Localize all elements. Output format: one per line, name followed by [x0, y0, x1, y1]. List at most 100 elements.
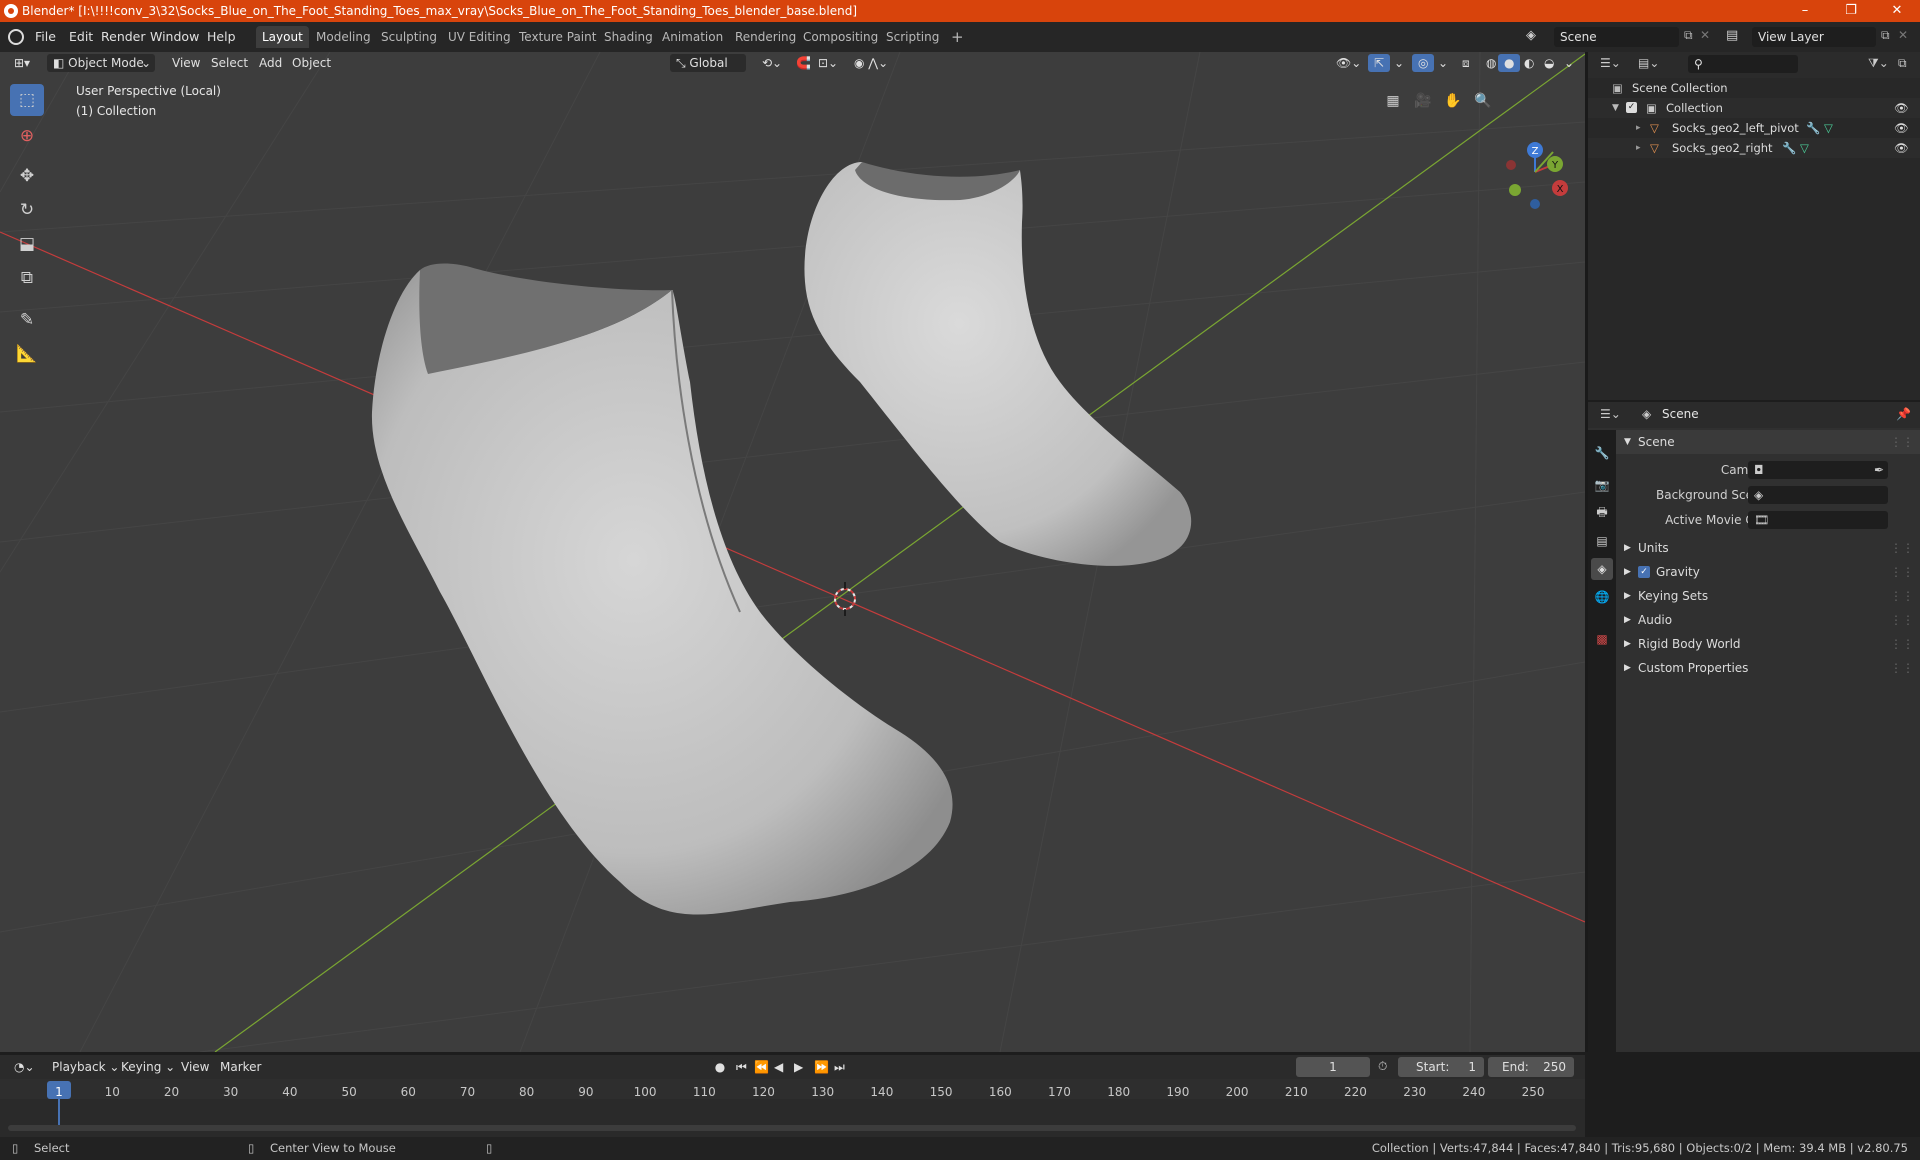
new-collection-icon[interactable]: ⧉ [1898, 56, 1907, 71]
output-tab-icon[interactable]: 🖶 [1591, 502, 1613, 524]
remove-scene-icon[interactable]: ✕ [1700, 28, 1710, 42]
new-view-layer-icon[interactable]: ⧉ [1881, 28, 1890, 43]
maximize-button[interactable]: ❐ [1828, 0, 1874, 22]
scene-panel-header[interactable]: ▼ Scene ⋮⋮ [1616, 430, 1920, 454]
expand-arrow-icon[interactable]: ▸ [1636, 118, 1641, 138]
scale-tool-icon[interactable]: ⬓ [10, 228, 44, 260]
menu-object[interactable]: Object [286, 54, 337, 72]
select-box-tool-icon[interactable]: ⬚ [10, 84, 44, 116]
tab-compositing[interactable]: Compositing [797, 26, 884, 48]
modifier-wrench-icon[interactable]: 🔧 [1782, 138, 1796, 158]
active-movie-clip-field[interactable]: 🎞 [1748, 511, 1888, 529]
remove-view-layer-icon[interactable]: ✕ [1898, 28, 1908, 42]
modifier-wrench-icon[interactable]: 🔧 [1806, 118, 1820, 138]
eye-icon[interactable]: 👁 [1894, 138, 1909, 158]
stopwatch-icon[interactable]: ⏱ [1378, 1059, 1387, 1074]
add-workspace-button[interactable]: + [945, 26, 970, 48]
visibility-selectability-icon[interactable]: 👁⌄ [1330, 54, 1367, 72]
outliner-search-input[interactable]: ⚲ [1688, 55, 1798, 73]
overlays-dropdown-icon[interactable]: ⌄ [1432, 54, 1454, 72]
gizmo-toggle-icon[interactable]: ⇱ [1368, 54, 1391, 72]
object-mode-dropdown[interactable]: ◧ Object Mode ⌄ [47, 54, 155, 72]
annotate-tool-icon[interactable]: ✎ [10, 304, 44, 336]
snap-target-icon[interactable]: ⊡⌄ [812, 54, 844, 72]
menu-marker[interactable]: Marker [214, 1058, 267, 1076]
close-button[interactable]: ✕ [1874, 0, 1920, 22]
transform-tool-icon[interactable]: ⧉ [10, 262, 44, 294]
jump-to-start-icon[interactable]: ⏮ [734, 1058, 749, 1076]
pivot-point-icon[interactable]: ⟲⌄ [756, 54, 788, 72]
scene-name-field[interactable]: Scene [1554, 27, 1679, 47]
menu-timeline-view[interactable]: View [175, 1058, 215, 1076]
texture-tab-icon[interactable]: ▩ [1591, 628, 1613, 650]
scene-selector-icon[interactable]: ◈ [1526, 28, 1536, 43]
current-frame-field[interactable]: 1 [1296, 1057, 1370, 1077]
view-layer-icon[interactable]: ▤ [1726, 28, 1738, 43]
tab-texture-paint[interactable]: Texture Paint [513, 26, 602, 48]
outliner-editor-type-icon[interactable]: ☰⌄ [1600, 56, 1621, 70]
3d-viewport[interactable]: Z Y X ⊞▾ ◧ Object Mode ⌄ View Select Add … [0, 52, 1585, 1052]
tab-animation[interactable]: Animation [656, 26, 729, 48]
drag-handle-icon[interactable]: ⋮⋮ [1890, 560, 1914, 584]
measure-tool-icon[interactable]: 📐 [10, 338, 44, 370]
gravity-checkbox[interactable]: ✓ [1638, 566, 1650, 578]
menu-playback[interactable]: Playback ⌄ [46, 1058, 125, 1076]
camera-field[interactable]: ◘ ✒ [1748, 461, 1888, 479]
expand-arrow-icon[interactable]: ▸ [1636, 138, 1641, 158]
drag-handle-icon[interactable]: ⋮⋮ [1890, 584, 1914, 608]
menu-keying[interactable]: Keying ⌄ [115, 1058, 181, 1076]
drag-handle-icon[interactable]: ⋮⋮ [1890, 430, 1914, 454]
menu-add[interactable]: Add [253, 54, 288, 72]
menu-file[interactable]: File [35, 29, 56, 44]
xray-toggle-icon[interactable]: ⧈ [1456, 54, 1476, 72]
menu-help[interactable]: Help [207, 29, 236, 44]
jump-to-end-icon[interactable]: ⏭ [832, 1058, 847, 1076]
drag-handle-icon[interactable]: ⋮⋮ [1890, 656, 1914, 680]
outliner-row-object[interactable]: ▸ ▽ Socks_geo2_right 🔧 ▽ 👁 [1588, 138, 1920, 158]
toggle-camera-view-icon[interactable]: ▦ [1380, 88, 1406, 114]
background-scene-field[interactable]: ◈ [1748, 486, 1888, 504]
jump-to-keyframe-next-icon[interactable]: ⏩ [812, 1058, 831, 1076]
cursor-tool-icon[interactable]: ⊕ [10, 120, 44, 152]
collection-checkbox[interactable]: ✓ [1626, 102, 1637, 113]
shading-dropdown-icon[interactable]: ⌄ [1558, 54, 1580, 72]
tab-rendering[interactable]: Rendering [729, 26, 802, 48]
end-frame-field[interactable]: End: 250 [1488, 1057, 1574, 1077]
mesh-data-icon[interactable]: ▽ [1800, 138, 1809, 158]
blender-menu-icon[interactable] [8, 29, 24, 45]
tool-tab-icon[interactable]: 🔧 [1591, 442, 1613, 464]
drag-handle-icon[interactable]: ⋮⋮ [1890, 632, 1914, 656]
gravity-panel-header[interactable]: ▶ ✓ Gravity ⋮⋮ [1616, 560, 1920, 584]
units-panel-header[interactable]: ▶ Units ⋮⋮ [1616, 536, 1920, 560]
menu-select[interactable]: Select [205, 54, 254, 72]
transform-orientation-dropdown[interactable]: ⤡ Global [670, 54, 746, 72]
menu-window[interactable]: Window [150, 29, 199, 44]
drag-handle-icon[interactable]: ⋮⋮ [1890, 536, 1914, 560]
jump-to-keyframe-prev-icon[interactable]: ⏪ [752, 1058, 771, 1076]
expand-arrow-icon[interactable]: ▼ [1612, 98, 1619, 118]
drag-handle-icon[interactable]: ⋮⋮ [1890, 608, 1914, 632]
move-tool-icon[interactable]: ✥ [10, 160, 44, 192]
tab-layout[interactable]: Layout [256, 26, 309, 48]
camera-icon[interactable]: 🎥 [1410, 88, 1436, 114]
keying-sets-panel-header[interactable]: ▶ Keying Sets ⋮⋮ [1616, 584, 1920, 608]
eyedropper-icon[interactable]: ✒ [1874, 458, 1884, 482]
properties-editor-type-icon[interactable]: ☰⌄ [1600, 407, 1621, 421]
display-mode-icon[interactable]: ▤⌄ [1638, 56, 1659, 70]
outliner-row-collection[interactable]: ▼ ✓ ▣ Collection 👁 [1588, 98, 1920, 118]
tab-shading[interactable]: Shading [598, 26, 659, 48]
play-icon[interactable]: ▶ [792, 1058, 805, 1076]
timeline-editor-type-icon[interactable]: ◔⌄ [8, 1058, 41, 1076]
world-tab-icon[interactable]: 🌐 [1591, 586, 1613, 608]
proportional-editing-icon[interactable]: ◉ ⋀⌄ [848, 54, 894, 72]
tab-scripting[interactable]: Scripting [880, 26, 945, 48]
filter-icon[interactable]: ⧩⌄ [1868, 56, 1889, 71]
eye-icon[interactable]: 👁 [1894, 98, 1909, 118]
mesh-data-icon[interactable]: ▽ [1824, 118, 1833, 138]
menu-edit[interactable]: Edit [69, 29, 93, 44]
outliner-row-object[interactable]: ▸ ▽ Socks_geo2_left_pivot 🔧 ▽ 👁 [1588, 118, 1920, 138]
audio-panel-header[interactable]: ▶ Audio ⋮⋮ [1616, 608, 1920, 632]
rotate-tool-icon[interactable]: ↻ [10, 194, 44, 226]
tab-modeling[interactable]: Modeling [310, 26, 377, 48]
custom-properties-panel-header[interactable]: ▶ Custom Properties ⋮⋮ [1616, 656, 1920, 680]
